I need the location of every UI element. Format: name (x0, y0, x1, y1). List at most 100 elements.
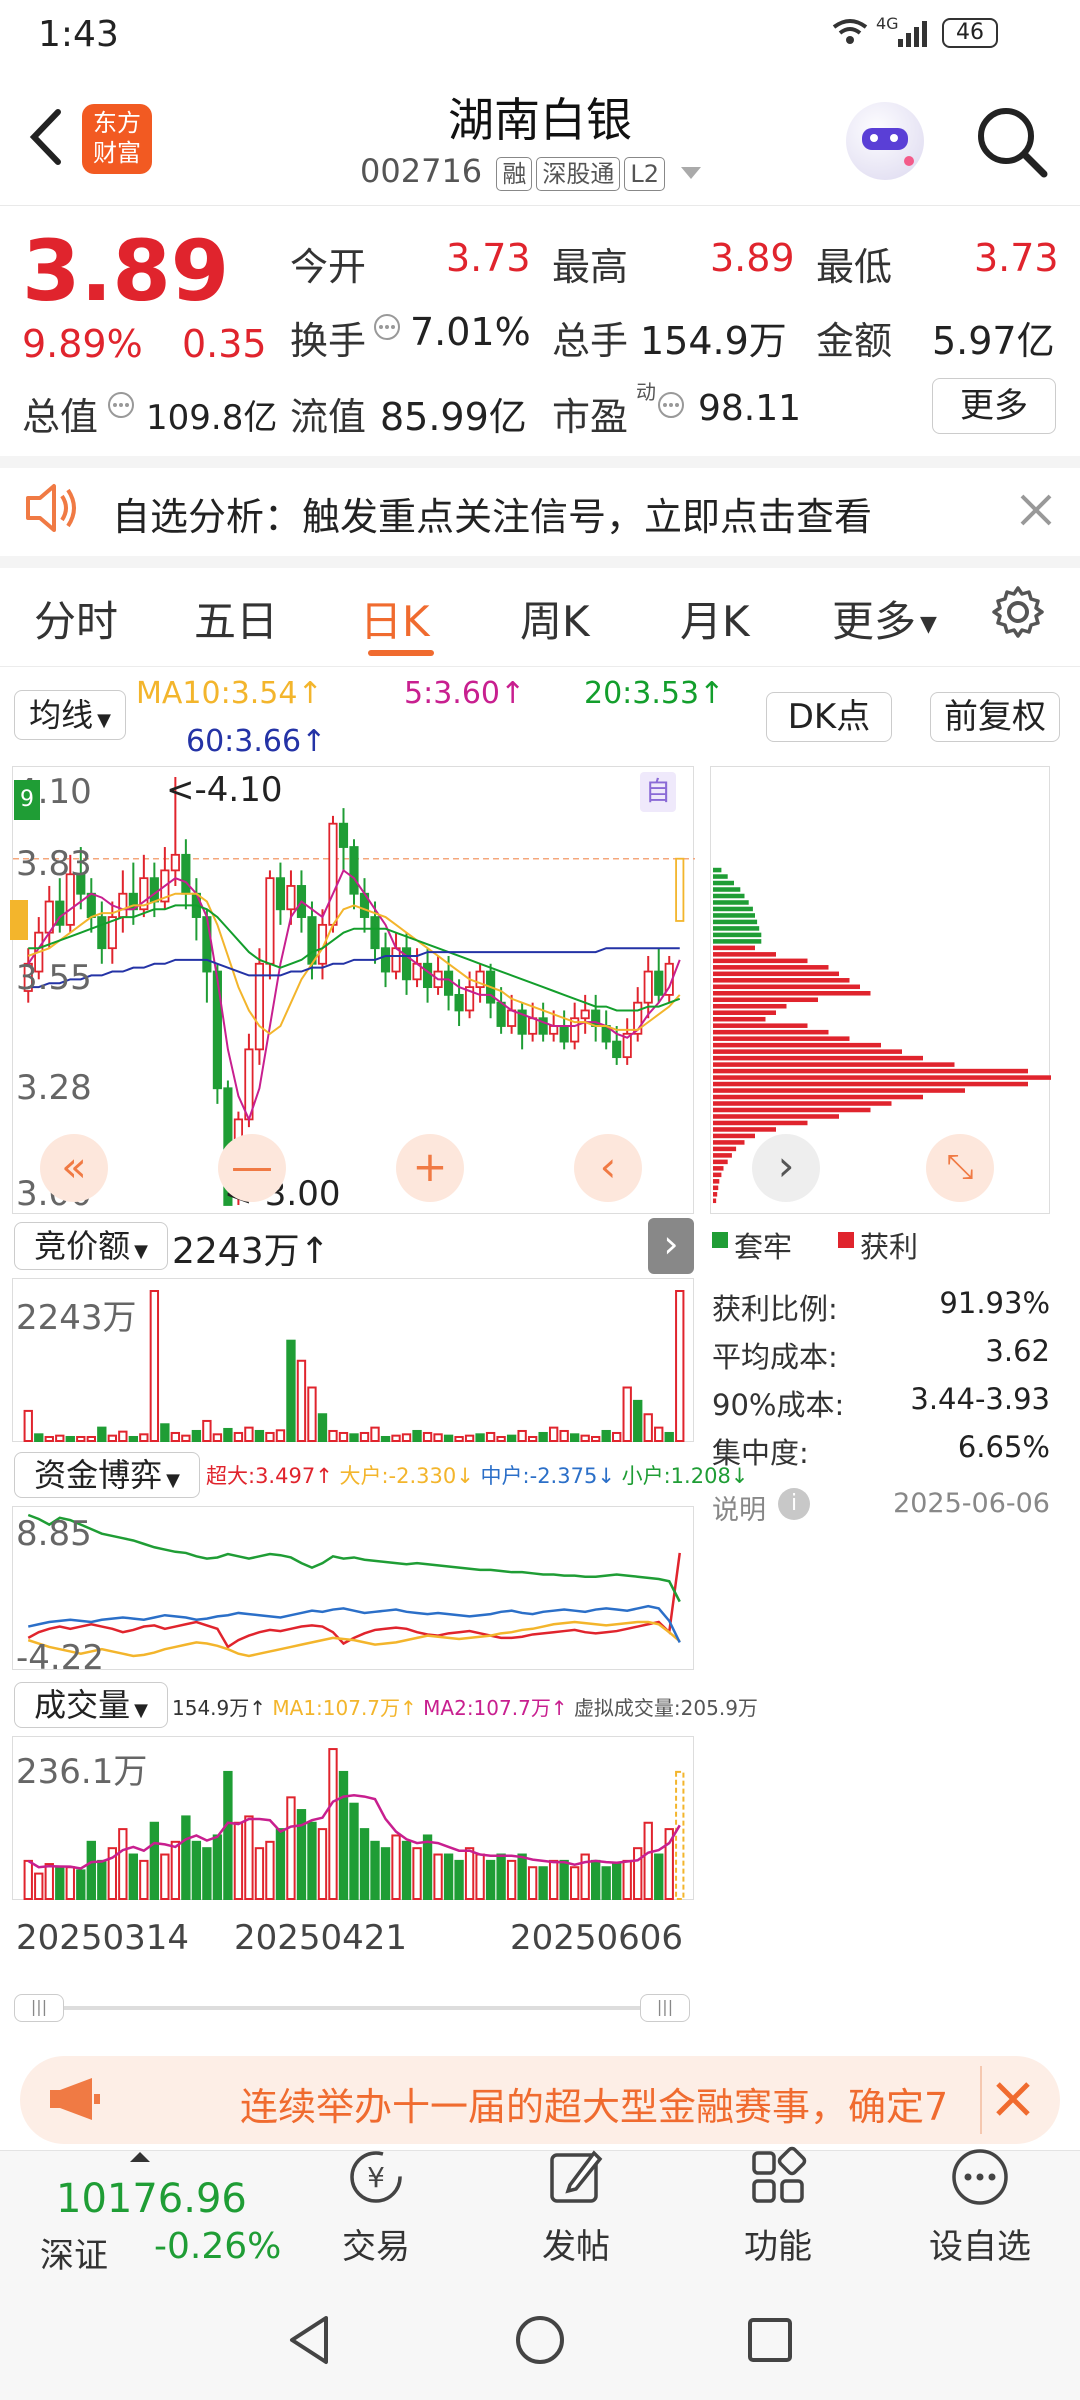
auction-bar (391, 1434, 401, 1443)
info-dots-icon[interactable] (372, 312, 402, 342)
auction-bar (506, 1434, 517, 1443)
current-price: 3.89 (22, 222, 230, 320)
range-handle-left[interactable]: ||| (14, 1994, 64, 2022)
volume-bar (391, 1834, 401, 1900)
volume-selector[interactable]: 成交量 ▼ (14, 1682, 168, 1728)
volume-bar (160, 1853, 170, 1900)
volume-bar (559, 1859, 569, 1901)
auction-bar (654, 1426, 664, 1443)
robot-avatar[interactable] (846, 102, 924, 180)
low-label: 最低 (816, 245, 893, 289)
nav-trade-label: 交易 (342, 2227, 410, 2267)
index-value[interactable]: 10176.96 (56, 2176, 247, 2222)
brand-logo[interactable]: 东方 财富 (82, 104, 152, 174)
close-icon[interactable] (1016, 490, 1056, 530)
tab-daily-k[interactable]: 日K (360, 588, 430, 649)
volume-bar (128, 1853, 139, 1900)
ma-selector[interactable]: 均线 ▼ (14, 690, 126, 740)
pe-value: 98.11 (698, 388, 802, 429)
banner-text[interactable]: 自选分析：触发重点关注信号，立即点击查看 (112, 486, 872, 541)
panel-arrow-icon[interactable]: › (648, 1218, 694, 1274)
nav-add-watch[interactable]: 设自选 (910, 2145, 1050, 2268)
stock-header: 东方 财富 湖南白银 002716 融深股通 L2 (0, 72, 1080, 206)
chip-bar-profit (713, 1081, 1028, 1087)
system-back-icon[interactable] (282, 2312, 338, 2368)
stock-code: 002716 (360, 152, 483, 190)
auction-bar (202, 1419, 212, 1442)
expand-icon[interactable]: ⤡ (926, 1134, 994, 1202)
chip-bar-trapped (713, 906, 753, 912)
system-home-icon[interactable] (512, 2312, 568, 2368)
nav-post[interactable]: 发帖 (506, 2145, 646, 2268)
auction-selector[interactable]: 竞价额 ▼ (14, 1222, 168, 1270)
tag-l2: L2 (624, 157, 665, 191)
promo-close-icon[interactable] (992, 2078, 1034, 2120)
tab-more-label: 更多 (832, 597, 917, 646)
system-recents-icon[interactable] (742, 2312, 798, 2368)
green-flag: 9 (14, 780, 40, 820)
scroll-left-icon[interactable]: ‹ (574, 1134, 642, 1202)
auction-bar (485, 1431, 496, 1443)
status-bar: 1:43 4G 46 (0, 0, 1080, 72)
auction-bar (580, 1434, 590, 1443)
capital-selector[interactable]: 资金博弈 ▼ (14, 1452, 200, 1498)
tab-intraday[interactable]: 分时 (34, 588, 118, 649)
auction-bar (538, 1431, 548, 1443)
chip-bar-profit (713, 1198, 717, 1204)
promo-divider (980, 2066, 982, 2134)
grid-icon (752, 2146, 807, 2203)
dropdown-icon[interactable] (681, 167, 702, 179)
candle-body (254, 962, 265, 1051)
zoom-out-icon[interactable]: — (218, 1134, 286, 1202)
chip-bar-profit (713, 1068, 1028, 1074)
info-dots-icon[interactable] (106, 390, 136, 420)
chip-note[interactable]: 说明 (712, 1488, 766, 1527)
chip-bar-profit (713, 1133, 755, 1139)
auction-bar (601, 1429, 611, 1443)
chip-bar-trapped (713, 887, 741, 892)
info-icon[interactable]: i (778, 1488, 810, 1520)
info-dots-icon[interactable] (656, 390, 686, 420)
tab-weekly-k[interactable]: 周K (520, 588, 590, 649)
volume-bar (496, 1853, 506, 1900)
ma5-value: 5:3.60↑ (404, 676, 526, 711)
more-button[interactable]: 更多 (932, 378, 1056, 434)
megaphone-icon (48, 2076, 104, 2122)
auction-bar (349, 1433, 359, 1443)
volume-bar (401, 1840, 412, 1900)
auction-bar (23, 1409, 33, 1442)
chip-next-icon[interactable]: › (752, 1134, 820, 1202)
chip-row-value: 3.62 (985, 1334, 1050, 1368)
auction-bar (475, 1433, 485, 1443)
tab-more[interactable]: 更多 ▼ (832, 588, 937, 649)
auction-bar (443, 1434, 454, 1443)
volume-bar (286, 1796, 296, 1900)
tab-monthly-k[interactable]: 月K (680, 588, 750, 649)
index-change[interactable]: -0.26% (154, 2226, 281, 2267)
volume-bar (591, 1859, 601, 1901)
axis-label-3: 3.55 (16, 958, 92, 998)
index-name[interactable]: 深证 (40, 2228, 108, 2277)
chip-bar-profit (713, 984, 860, 990)
promo-banner[interactable]: 连续举办十一届的超大型金融赛事，确定7 (20, 2056, 1060, 2144)
chip-bar-profit (713, 997, 818, 1003)
adjust-button[interactable]: 前复权 (930, 692, 1060, 742)
back-icon[interactable] (22, 106, 72, 168)
zoom-in-icon[interactable]: + (396, 1134, 464, 1202)
settings-gear-icon[interactable] (990, 584, 1046, 640)
range-handle-right[interactable]: ||| (640, 1994, 690, 2022)
volume-bar (223, 1770, 233, 1900)
candle-body (181, 853, 191, 895)
auction-bar (643, 1413, 653, 1442)
dk-point-button[interactable]: DK点 (766, 692, 892, 742)
tab-five-day[interactable]: 五日 (194, 588, 278, 649)
nav-function[interactable]: 功能 (708, 2145, 848, 2268)
auction-bar (244, 1426, 254, 1443)
nav-trade[interactable]: ¥ 交易 (306, 2145, 446, 2268)
scroll-left-double-icon[interactable]: « (40, 1134, 108, 1202)
search-icon[interactable] (974, 104, 1050, 180)
auction-bar (55, 1434, 65, 1443)
chip-bar-trapped (713, 919, 758, 925)
candle-body (507, 1009, 517, 1027)
chip-row-label: 90%成本: (712, 1388, 845, 1422)
